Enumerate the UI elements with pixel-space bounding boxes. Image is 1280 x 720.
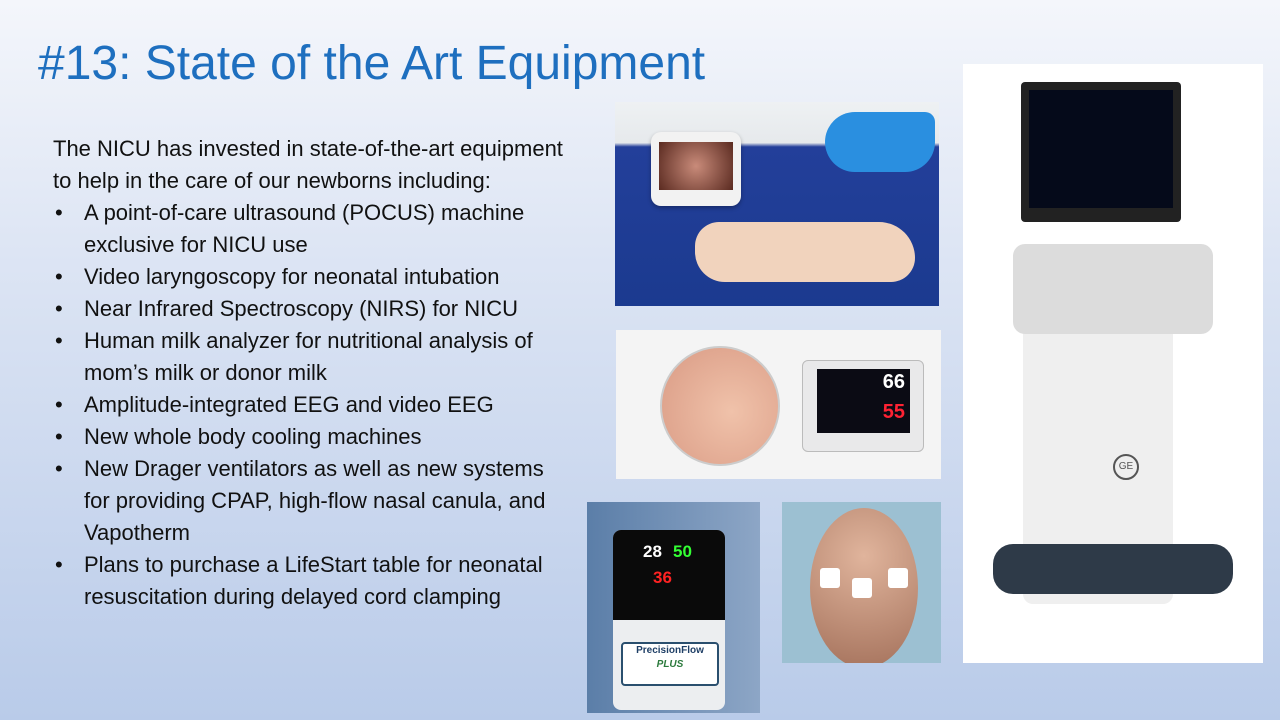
list-item: • Video laryngoscopy for neonatal intubat… [53,261,573,293]
o2-value: 50 [673,542,692,561]
slide-title: #13: State of the Art Equipment [38,37,706,90]
bullet-text: Plans to purchase a LifeStart table for … [84,552,543,609]
device-display: 28 50 36 [613,530,725,620]
brand-sub-text: PLUS [656,659,684,670]
bullet-icon: • [55,200,63,225]
eeg-electrodes-image [782,502,941,663]
intro-text: The NICU has invested in state-of-the-ar… [53,136,563,193]
list-item: • Amplitude-integrated EEG and video EEG [53,389,573,421]
gloved-hand [825,112,935,172]
tablet-display [651,132,741,206]
precision-flow-device: 28 50 36 PrecisionFlow PLUS [613,530,725,710]
cart-base [993,544,1233,594]
bullet-icon: • [55,296,63,321]
right-value: 55 [882,401,905,423]
bullet-text: New whole body cooling machines [84,424,422,449]
nirs-monitor-image: 66 55 [616,330,941,479]
bullet-text: Near Infrared Spectroscopy (NIRS) for NI… [84,296,519,321]
list-item: • New whole body cooling machines [53,421,573,453]
slide-body: The NICU has invested in state-of-the-ar… [53,133,573,613]
bullet-list: • A point-of-care ultrasound (POCUS) mach… [53,197,573,613]
device-brand: PrecisionFlow PLUS [621,642,719,686]
monitor-screen: 66 55 [817,369,910,433]
bullet-text: Amplitude-integrated EEG and video EEG [84,392,494,417]
bullet-text: New Drager ventilators as well as new sy… [84,456,546,545]
bullet-text: Video laryngoscopy for neonatal intubati… [84,264,500,289]
flow-value: 28 [643,542,662,561]
ultrasound-machine-image: GE [963,64,1263,663]
bullet-icon: • [55,456,63,481]
bullet-icon: • [55,552,63,577]
ultrasound-monitor [1021,82,1181,222]
bullet-icon: • [55,328,63,353]
list-item: • A point-of-care ultrasound (POCUS) mach… [53,197,573,261]
list-item: • Plans to purchase a LifeStart table for… [53,549,573,613]
list-item: • New Drager ventilators as well as new s… [53,453,573,549]
ge-logo: GE [1113,454,1139,480]
temp-value: 36 [653,568,672,587]
electrode [888,568,908,588]
list-item: • Human milk analyzer for nutritional ana… [53,325,573,389]
ultrasound-screen [1029,90,1173,208]
bullet-icon: • [55,392,63,417]
left-value: 66 [882,371,905,393]
bullet-icon: • [55,424,63,449]
control-panel [1013,244,1213,334]
bullet-text: A point-of-care ultrasound (POCUS) machi… [84,200,525,257]
electrode [852,578,872,598]
nirs-monitor: 66 55 [802,360,924,452]
brand-text: PrecisionFlow [636,645,704,656]
airway-view [659,142,733,190]
infant-manikin [695,222,915,282]
precision-flow-image: 28 50 36 PrecisionFlow PLUS [587,502,760,713]
bullet-icon: • [55,264,63,289]
list-item: • Near Infrared Spectroscopy (NIRS) for N… [53,293,573,325]
infant-with-sensor [660,346,780,466]
electrode [820,568,840,588]
bullet-text: Human milk analyzer for nutritional anal… [84,328,533,385]
video-laryngoscopy-image [615,102,939,306]
